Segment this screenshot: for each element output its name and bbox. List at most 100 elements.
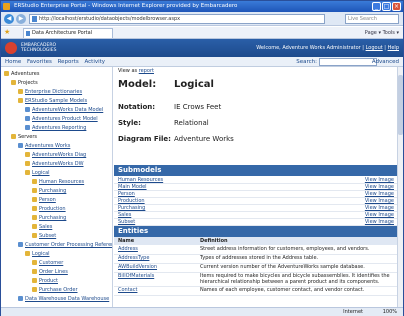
tree-item-label: Adventures Reporting: [32, 125, 87, 131]
nav-home[interactable]: Home: [5, 59, 21, 65]
view-image-link[interactable]: View Image: [365, 184, 394, 191]
entity-row: AWBuildVersion Current version number of …: [114, 264, 400, 273]
tree-item[interactable]: Sales: [32, 224, 52, 231]
model-label: Model:: [118, 79, 157, 90]
address-url-text: http://localhost/erstudio/dataobjects/mo…: [39, 16, 181, 22]
favorites-star-icon[interactable]: ★: [4, 29, 11, 36]
vertical-scrollbar[interactable]: [397, 67, 403, 307]
submodel-link[interactable]: Sales: [118, 212, 131, 219]
view-image-link[interactable]: View Image: [365, 177, 394, 184]
view-as-report-link[interactable]: report: [139, 68, 154, 74]
submodel-link[interactable]: Main Model: [118, 184, 147, 191]
brand-text: EMBARCADERO TECHNOLOGIES: [21, 43, 57, 53]
logout-link[interactable]: Logout: [366, 45, 383, 51]
tree-item[interactable]: Purchasing: [32, 188, 66, 195]
command-bar[interactable]: Page ▾ Tools ▾: [365, 28, 399, 38]
submodel-link[interactable]: Purchasing: [118, 205, 145, 212]
view-image-link[interactable]: View Image: [365, 205, 394, 212]
zoom-level[interactable]: 100%: [383, 308, 397, 316]
nav-reports[interactable]: Reports: [58, 59, 79, 65]
tree-item[interactable]: Customer: [32, 260, 63, 267]
view-image-link[interactable]: View Image: [365, 198, 394, 205]
tree-item[interactable]: Logical: [25, 251, 50, 258]
tree-item[interactable]: Purchase Order: [32, 287, 78, 294]
folder-icon: [18, 98, 23, 103]
entity-row: Contact Names of each employee, customer …: [114, 287, 400, 296]
scrollbar-thumb[interactable]: [398, 75, 403, 135]
submodel-link[interactable]: Person: [118, 191, 135, 198]
model-icon: [18, 143, 23, 148]
submodel-link[interactable]: Human Resources: [118, 177, 163, 184]
tree-item[interactable]: Adventures Works: [18, 143, 70, 150]
tree-item[interactable]: Servers: [11, 134, 37, 141]
tree-item[interactable]: Adventures Product Model: [25, 116, 98, 123]
submodel-link[interactable]: Subset: [118, 219, 135, 226]
nav-activity[interactable]: Activity: [84, 59, 105, 65]
entity-link[interactable]: Address: [118, 246, 138, 252]
tree-item[interactable]: Projects: [11, 80, 38, 87]
view-image-link[interactable]: View Image: [365, 212, 394, 219]
submodels-header: Submodels: [114, 165, 400, 176]
submodel-row: Production View Image: [114, 198, 400, 205]
folder-icon: [25, 152, 30, 157]
tree-item-label: Customer: [39, 260, 64, 266]
back-icon[interactable]: ◀: [4, 14, 14, 24]
submodel-link[interactable]: Production: [118, 198, 145, 205]
tree-item[interactable]: ERStudio Sample Models: [18, 98, 87, 105]
tree-item-label: Servers: [18, 134, 38, 140]
tree-item[interactable]: Adventures: [4, 71, 39, 78]
close-button[interactable]: ×: [392, 2, 401, 11]
tree-item[interactable]: AdventureWorks DW: [25, 161, 84, 168]
style-label: Style:: [118, 119, 141, 127]
col-name: Name: [118, 238, 135, 244]
tree-item[interactable]: Production: [32, 206, 66, 213]
folder-icon: [32, 179, 37, 184]
maximize-button[interactable]: □: [382, 2, 391, 11]
entity-link[interactable]: BillOfMaterials: [118, 273, 154, 279]
welcome-text: Welcome, Adventure Works Administrator |: [256, 45, 364, 51]
folder-icon: [32, 278, 37, 283]
tree-item[interactable]: AdventureWorks Data Model: [25, 107, 103, 114]
tree-item[interactable]: Logical: [25, 170, 50, 177]
tree-item[interactable]: Order Lines: [32, 269, 68, 276]
entities-column-headers: Name Definition: [114, 237, 400, 245]
tab-portal[interactable]: Data Architecture Portal: [23, 28, 113, 38]
entity-link[interactable]: AddressType: [118, 255, 149, 261]
tree-item-label: Product: [39, 278, 58, 284]
model-icon: [25, 107, 30, 112]
forward-icon[interactable]: ▶: [16, 14, 26, 24]
tree-item-label: Purchasing: [39, 188, 67, 194]
tree-item[interactable]: Customer Order Processing Reference: [18, 242, 112, 249]
view-image-link[interactable]: View Image: [365, 219, 394, 226]
tree-item[interactable]: Human Resources: [32, 179, 84, 186]
entity-link[interactable]: Contact: [118, 287, 137, 293]
tree-item[interactable]: Data Warehouse Data Warehouse: [18, 296, 109, 303]
tree-item[interactable]: Person: [32, 197, 56, 204]
tree-item[interactable]: Product: [32, 278, 58, 285]
model-icon: [25, 125, 30, 130]
tree-item[interactable]: AdventureWorks Diag: [25, 152, 86, 159]
address-input[interactable]: http://localhost/erstudio/dataobjects/mo…: [29, 14, 325, 24]
tree-item-label: Purchasing: [39, 215, 67, 221]
tree-item[interactable]: Adventures Reporting: [25, 125, 86, 132]
tree-item-label: AdventureWorks Diag: [32, 152, 87, 158]
portal-banner: EMBARCADERO TECHNOLOGIES Welcome, Advent…: [1, 39, 403, 57]
tree-item[interactable]: Purchasing: [32, 215, 66, 222]
tree-item-label: Adventures: [11, 71, 40, 77]
col-definition: Definition: [200, 238, 228, 244]
entity-definition: Types of addresses stored in the Address…: [200, 255, 319, 261]
view-as: View as report: [118, 68, 154, 74]
minimize-button[interactable]: _: [372, 2, 381, 11]
tree-item[interactable]: Subset: [32, 233, 56, 240]
submodel-row: Sales View Image: [114, 212, 400, 219]
live-search-input[interactable]: Live Search: [345, 14, 399, 24]
nav-favorites[interactable]: Favorites: [27, 59, 52, 65]
tree-item[interactable]: Enterprise Dictionaries: [18, 89, 82, 96]
view-image-link[interactable]: View Image: [365, 191, 394, 198]
entity-link[interactable]: AWBuildVersion: [118, 264, 157, 270]
portal-search-input[interactable]: [319, 58, 377, 66]
advanced-search-link[interactable]: Advanced: [372, 57, 399, 67]
help-link[interactable]: Help: [388, 45, 399, 51]
folder-icon: [32, 215, 37, 220]
folder-icon: [18, 89, 23, 94]
